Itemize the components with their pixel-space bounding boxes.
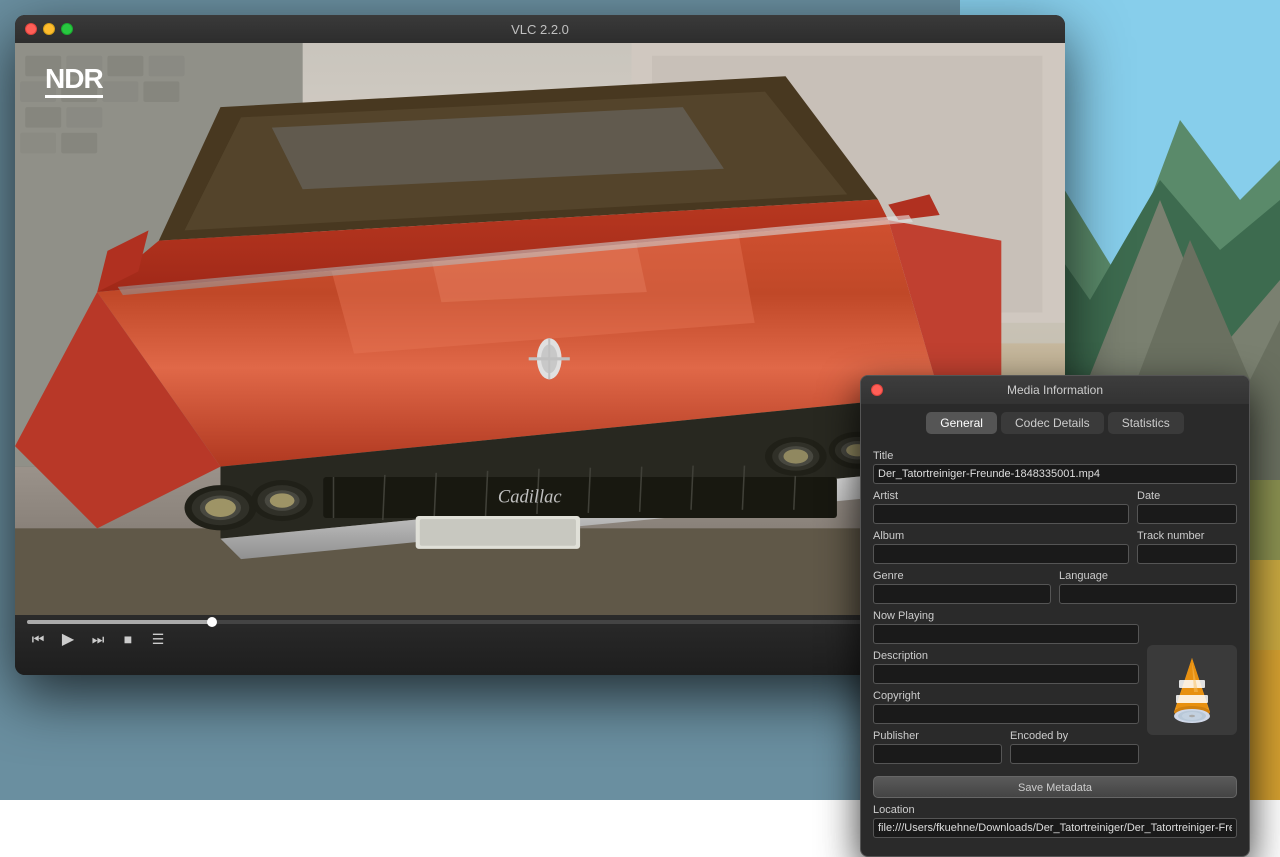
- stop-button[interactable]: ■: [117, 628, 139, 650]
- album-label: Album: [873, 530, 1129, 542]
- progress-fill: [27, 620, 212, 624]
- maximize-button[interactable]: [61, 23, 73, 35]
- tab-codec-details[interactable]: Codec Details: [1001, 412, 1104, 434]
- artist-label: Artist: [873, 490, 1129, 502]
- main-content-area: Now Playing Description Copyright: [873, 610, 1237, 770]
- ndr-logo: NDR: [45, 63, 103, 98]
- dialog-title-bar: Media Information: [861, 376, 1249, 404]
- rewind-button[interactable]: ⏮: [27, 628, 49, 650]
- artist-input[interactable]: [873, 504, 1129, 524]
- close-button[interactable]: [25, 23, 37, 35]
- tab-statistics[interactable]: Statistics: [1108, 412, 1184, 434]
- vlc-icon: [1147, 645, 1237, 735]
- album-group: Album: [873, 530, 1129, 564]
- window-title: VLC 2.2.0: [511, 22, 569, 37]
- description-row: Description: [873, 650, 1139, 684]
- playlist-button[interactable]: ☰: [147, 628, 169, 650]
- location-row: Location: [873, 804, 1237, 838]
- language-input[interactable]: [1059, 584, 1237, 604]
- progress-handle[interactable]: [207, 617, 217, 627]
- dialog-content: Title Artist Date Album: [861, 442, 1249, 856]
- location-label: Location: [873, 804, 1237, 816]
- title-input[interactable]: [873, 464, 1237, 484]
- minimize-button[interactable]: [43, 23, 55, 35]
- language-group: Language: [1059, 570, 1237, 604]
- genre-language-row: Genre Language: [873, 570, 1237, 604]
- desktop: VLC 2.2.0: [0, 0, 1280, 800]
- track-group: Track number: [1137, 530, 1237, 564]
- album-track-row: Album Track number: [873, 530, 1237, 564]
- vlc-title-bar: VLC 2.2.0: [15, 15, 1065, 43]
- now-playing-input[interactable]: [873, 624, 1139, 644]
- svg-text:Cadillac: Cadillac: [498, 487, 562, 507]
- artist-date-row: Artist Date: [873, 490, 1237, 524]
- save-metadata-button[interactable]: Save Metadata: [873, 776, 1237, 798]
- title-label: Title: [873, 450, 1237, 462]
- tab-general[interactable]: General: [926, 412, 997, 434]
- publisher-label: Publisher: [873, 730, 1002, 742]
- date-group: Date: [1137, 490, 1237, 524]
- copyright-label: Copyright: [873, 690, 1139, 702]
- copyright-input[interactable]: [873, 704, 1139, 724]
- genre-group: Genre: [873, 570, 1051, 604]
- copyright-row: Copyright: [873, 690, 1139, 724]
- genre-input[interactable]: [873, 584, 1051, 604]
- traffic-lights: [25, 23, 73, 35]
- fast-forward-button[interactable]: ⏭: [87, 628, 109, 650]
- publisher-encoded-row: Publisher Encoded by: [873, 730, 1139, 764]
- dialog-left-panel: Now Playing Description Copyright: [873, 610, 1139, 770]
- description-input[interactable]: [873, 664, 1139, 684]
- dialog-tabs: General Codec Details Statistics: [861, 404, 1249, 442]
- location-input[interactable]: [873, 818, 1237, 838]
- title-row: Title: [873, 450, 1237, 484]
- now-playing-row: Now Playing: [873, 610, 1139, 644]
- media-info-dialog: Media Information General Codec Details …: [860, 375, 1250, 857]
- dialog-close-button[interactable]: [871, 384, 883, 396]
- genre-label: Genre: [873, 570, 1051, 582]
- now-playing-label: Now Playing: [873, 610, 1139, 622]
- album-input[interactable]: [873, 544, 1129, 564]
- language-label: Language: [1059, 570, 1237, 582]
- encoded-group: Encoded by: [1010, 730, 1139, 764]
- description-label: Description: [873, 650, 1139, 662]
- vlc-icon-area: [1147, 610, 1237, 770]
- publisher-group: Publisher: [873, 730, 1002, 764]
- date-label: Date: [1137, 490, 1237, 502]
- encoded-by-label: Encoded by: [1010, 730, 1139, 742]
- encoded-by-input[interactable]: [1010, 744, 1139, 764]
- track-label: Track number: [1137, 530, 1237, 542]
- play-button[interactable]: ▶: [57, 628, 79, 650]
- track-input[interactable]: [1137, 544, 1237, 564]
- dialog-title: Media Information: [1007, 383, 1103, 397]
- artist-group: Artist: [873, 490, 1129, 524]
- publisher-input[interactable]: [873, 744, 1002, 764]
- date-input[interactable]: [1137, 504, 1237, 524]
